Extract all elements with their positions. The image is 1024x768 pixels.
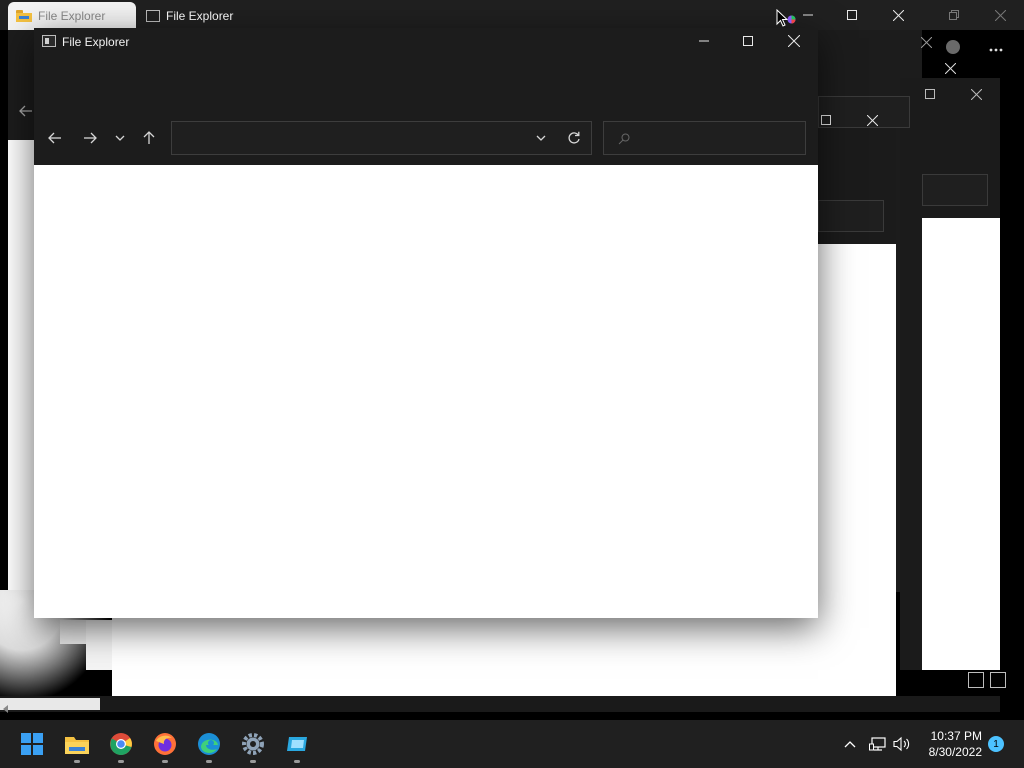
- close-icon: [788, 35, 800, 47]
- network-icon: [869, 737, 886, 751]
- taskbar-chrome[interactable]: [105, 728, 137, 760]
- tab-label: File Explorer: [166, 9, 234, 23]
- refresh-icon: [568, 131, 580, 144]
- running-indicator: [206, 760, 212, 763]
- search-icon: [618, 132, 630, 150]
- file-list-pane[interactable]: [34, 165, 818, 618]
- start-icon: [21, 733, 43, 755]
- clock-time[interactable]: 10:37 PM: [900, 729, 982, 743]
- avatar: [946, 40, 960, 54]
- running-indicator: [250, 760, 256, 763]
- taskbar-settings[interactable]: [237, 728, 269, 760]
- stacked-maximize-button[interactable]: [910, 80, 950, 108]
- scroll-left-icon[interactable]: [2, 700, 12, 713]
- close-icon: [892, 9, 904, 21]
- maximize-icon: [743, 36, 753, 46]
- tab-file-explorer-active[interactable]: File Explorer: [144, 1, 444, 31]
- start-button[interactable]: [16, 728, 48, 760]
- close-icon: [970, 88, 982, 100]
- arrow-left-icon: [48, 132, 61, 144]
- chevron-down-icon: [536, 135, 546, 141]
- maximize-icon: [925, 89, 935, 99]
- background-window-content: [8, 140, 36, 592]
- chevron-up-icon: [844, 741, 856, 748]
- maximize-icon: [821, 115, 831, 125]
- stacked2-close-button[interactable]: [852, 106, 892, 134]
- address-dropdown-button[interactable]: [526, 123, 556, 153]
- close-button[interactable]: [774, 27, 814, 55]
- app-icon: [287, 737, 307, 751]
- running-indicator: [294, 760, 300, 763]
- clock-date[interactable]: 8/30/2022: [900, 745, 982, 759]
- running-indicator: [118, 760, 124, 763]
- close-icon: [866, 114, 878, 126]
- stacked-close-button[interactable]: [956, 80, 996, 108]
- forward-button[interactable]: [75, 123, 105, 153]
- close-icon: [920, 36, 932, 48]
- settings-icon: [242, 733, 264, 755]
- stacked-window-status-bar: [0, 696, 1000, 712]
- maximize-icon: [847, 10, 857, 20]
- tiles-view-icon[interactable]: [990, 672, 1006, 688]
- stacked-close-button-mid[interactable]: [930, 54, 970, 82]
- notification-badge[interactable]: 1: [988, 736, 1004, 752]
- far-close-button[interactable]: [980, 1, 1020, 29]
- refresh-button[interactable]: [559, 123, 589, 153]
- window-icon: [146, 10, 160, 22]
- window-title: File Explorer: [62, 35, 130, 49]
- minimize-icon: [803, 14, 813, 16]
- up-button[interactable]: [134, 123, 164, 153]
- horizontal-scrollbar[interactable]: [0, 698, 100, 710]
- running-indicator: [162, 760, 168, 763]
- far-restore-button[interactable]: [934, 1, 974, 29]
- stacked-close-button-top[interactable]: [906, 28, 946, 56]
- stacked-window-address-bar: [922, 174, 988, 206]
- taskbar-edge[interactable]: [193, 728, 225, 760]
- mouse-cursor: [776, 8, 796, 29]
- taskbar-app[interactable]: [281, 728, 313, 760]
- chevron-down-icon: [115, 135, 125, 141]
- view-toggle-group: [968, 672, 1012, 690]
- back-maximize-button[interactable]: [832, 1, 872, 29]
- firefox-icon: [154, 733, 176, 755]
- close-icon: [944, 62, 956, 74]
- stacked-window-ghost: [112, 618, 896, 696]
- tab-label: File Explorer: [38, 9, 106, 23]
- tab-file-explorer-inactive[interactable]: File Explorer: [8, 2, 136, 30]
- chrome-icon: [110, 733, 132, 755]
- restore-icon: [949, 10, 959, 20]
- running-indicator: [74, 760, 80, 763]
- arrow-up-icon: [143, 131, 155, 144]
- search-input[interactable]: [603, 121, 806, 155]
- edge-icon: [198, 733, 220, 755]
- details-view-icon[interactable]: [968, 672, 984, 688]
- back-button[interactable]: [40, 123, 70, 153]
- file-explorer-icon: [65, 737, 89, 754]
- taskbar-file-explorer[interactable]: [61, 728, 93, 760]
- close-icon: [994, 9, 1006, 21]
- back-close-button[interactable]: [878, 1, 918, 29]
- arrow-right-icon: [84, 132, 97, 144]
- minimize-button[interactable]: [684, 27, 724, 55]
- maximize-button[interactable]: [728, 27, 768, 55]
- minimize-icon: [699, 40, 709, 42]
- taskbar-firefox[interactable]: [149, 728, 181, 760]
- recent-locations-button[interactable]: [105, 123, 135, 153]
- more-icon: [989, 48, 1003, 52]
- stacked-window-content: [922, 218, 1000, 670]
- more-options-button[interactable]: [976, 36, 1016, 64]
- stacked-window-address-bar: [818, 200, 884, 232]
- file-explorer-window-icon: [42, 35, 56, 47]
- folder-icon: [16, 10, 32, 22]
